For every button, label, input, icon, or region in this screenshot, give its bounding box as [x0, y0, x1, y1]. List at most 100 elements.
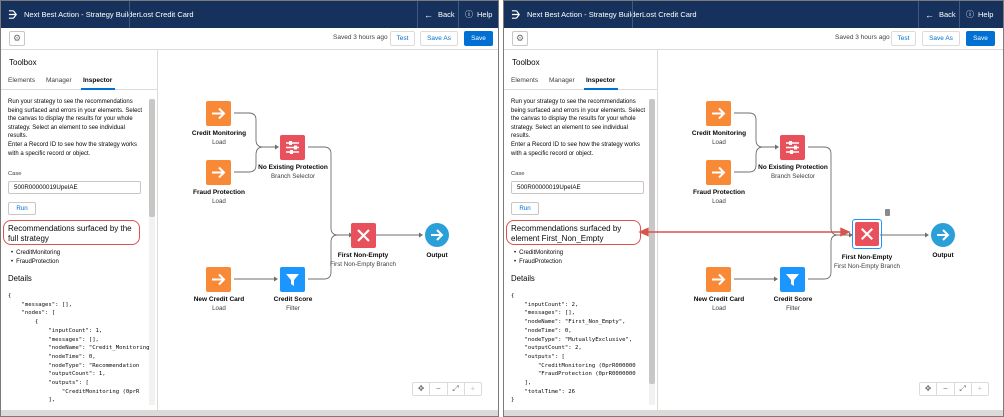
- horizontal-scrollbar[interactable]: [504, 410, 1003, 416]
- tab-elements[interactable]: Elements: [8, 77, 35, 84]
- case-input[interactable]: 500R00000019UpeIAE: [8, 181, 141, 194]
- first-non-empty-node-selected[interactable]: [852, 219, 882, 249]
- case-label: Case: [8, 171, 22, 177]
- credit-score-node[interactable]: [780, 267, 805, 292]
- help-button[interactable]: ⓘ Help: [966, 1, 993, 28]
- json-line: "inputCount": 1,: [8, 327, 103, 334]
- back-button[interactable]: ← Back: [424, 1, 455, 28]
- fit-icon[interactable]: ⤢: [448, 383, 465, 395]
- toolbox-scrollbar[interactable]: [149, 99, 155, 405]
- zoom-out-icon[interactable]: −: [430, 383, 448, 395]
- node-label: No Existing Protection: [258, 164, 328, 171]
- json-line: "nodeType": "Recommendation: [8, 362, 140, 369]
- recommendations-title: Recommendations surfaced by element Firs…: [511, 224, 622, 243]
- active-tab-indicator: [584, 88, 618, 90]
- delete-icon[interactable]: [885, 209, 890, 216]
- tab-inspector[interactable]: Inspector: [586, 77, 615, 84]
- new-credit-card-node[interactable]: [706, 267, 731, 292]
- strategy-canvas[interactable]: Credit Monitoring Load Fraud Protection …: [159, 50, 498, 416]
- tab-manager[interactable]: Manager: [549, 77, 575, 84]
- help-button[interactable]: ⓘ Help: [465, 1, 492, 28]
- zoom-in-icon[interactable]: +: [972, 383, 988, 395]
- node-label: Output: [426, 252, 448, 259]
- node-type: Filter: [786, 305, 800, 312]
- list-item: FraudProtection: [11, 258, 60, 267]
- scrollbar-thumb[interactable]: [149, 99, 155, 217]
- help-icon: ⓘ: [966, 10, 974, 19]
- details-title: Details: [511, 274, 535, 283]
- new-credit-card-node[interactable]: [206, 267, 231, 292]
- pan-icon[interactable]: ✥: [413, 383, 431, 395]
- json-line: ],: [8, 397, 56, 404]
- node-type: First Non-Empty Branch: [329, 261, 397, 268]
- fraud-protection-node[interactable]: [706, 160, 731, 185]
- node-label: Credit Monitoring: [191, 130, 247, 137]
- toolbox-scrollbar[interactable]: [649, 99, 655, 405]
- pan-icon[interactable]: ✥: [920, 383, 938, 395]
- credit-score-node[interactable]: [280, 267, 305, 292]
- credit-monitoring-node[interactable]: [706, 101, 731, 126]
- app-title-text: Next Best Action - Strategy Builder: [24, 10, 140, 19]
- inspector-instructions: Run your strategy to see the recommendat…: [8, 98, 144, 158]
- settings-button[interactable]: ⚙: [9, 31, 25, 46]
- app-header: Next Best Action - Strategy Builder Lost…: [1, 1, 498, 28]
- no-existing-protection-node[interactable]: [780, 135, 805, 160]
- first-non-empty-node[interactable]: [854, 221, 879, 246]
- json-line: "inputCount": 2,: [511, 301, 579, 308]
- header-divider: [959, 1, 960, 28]
- zoom-controls: ✥ − ⤢ +: [919, 382, 989, 396]
- toolbox-panel: Toolbox Elements Manager Inspector Run y…: [504, 50, 658, 416]
- list-item: CreditMonitoring: [11, 249, 60, 258]
- fit-icon[interactable]: ⤢: [955, 383, 972, 395]
- save-as-button[interactable]: Save As: [922, 31, 960, 46]
- zoom-in-icon[interactable]: +: [465, 383, 481, 395]
- settings-button[interactable]: ⚙: [512, 31, 528, 46]
- tab-elements[interactable]: Elements: [511, 77, 538, 84]
- app-title: Next Best Action - Strategy Builder: [1, 1, 139, 28]
- node-label: Credit Monitoring: [691, 130, 747, 137]
- node-label: Fraud Protection: [192, 189, 245, 196]
- inspector-intro-record: Enter a Record ID to see how the strateg…: [511, 141, 641, 157]
- strategy-canvas[interactable]: Credit Monitoring Load Fraud Protection …: [659, 50, 1003, 416]
- output-node[interactable]: [425, 223, 449, 247]
- inspector-intro: Run your strategy to see the recommendat…: [8, 99, 143, 140]
- tab-manager[interactable]: Manager: [46, 77, 72, 84]
- save-as-button[interactable]: Save As: [420, 31, 458, 46]
- tab-inspector[interactable]: Inspector: [83, 77, 112, 84]
- run-button[interactable]: Run: [8, 202, 36, 215]
- toolbox-panel: Toolbox Elements Manager Inspector Run y…: [1, 50, 158, 416]
- app-header: Next Best Action - Strategy Builder Lost…: [504, 1, 1003, 28]
- json-line: "outputCount": 1,: [8, 371, 106, 378]
- node-type: Load: [212, 139, 226, 146]
- run-button[interactable]: Run: [511, 202, 539, 215]
- save-button[interactable]: Save: [966, 31, 995, 46]
- credit-monitoring-node[interactable]: [206, 101, 231, 126]
- case-input[interactable]: 500R00000019UpeIAE: [511, 181, 644, 194]
- horizontal-scrollbar[interactable]: [1, 410, 498, 416]
- strategy-builder-icon: [511, 10, 520, 19]
- zoom-out-icon[interactable]: −: [937, 383, 955, 395]
- back-arrow-icon: ←: [925, 9, 934, 20]
- scrollbar-thumb[interactable]: [649, 99, 655, 384]
- no-existing-protection-node[interactable]: [280, 135, 305, 160]
- fraud-protection-node[interactable]: [206, 160, 231, 185]
- arrow-right-icon: [212, 273, 226, 286]
- node-type: Load: [712, 139, 726, 146]
- first-non-empty-node[interactable]: [351, 223, 376, 248]
- strategy-tab-label: Lost Credit Card: [139, 10, 194, 19]
- node-type: First Non-Empty Branch: [833, 263, 901, 270]
- strategy-tab[interactable]: Lost Credit Card: [139, 1, 194, 28]
- strategy-tab-label: Lost Credit Card: [642, 10, 697, 19]
- details-title: Details: [8, 274, 32, 283]
- list-item: CreditMonitoring: [514, 249, 563, 258]
- help-icon: ⓘ: [465, 10, 473, 19]
- arrow-right-icon: [212, 166, 226, 179]
- strategy-tab[interactable]: Lost Credit Card: [642, 1, 697, 28]
- save-button[interactable]: Save: [464, 31, 493, 46]
- output-node[interactable]: [931, 223, 955, 247]
- back-button[interactable]: ← Back: [925, 1, 956, 28]
- test-button[interactable]: Test: [891, 31, 916, 46]
- back-label: Back: [939, 10, 956, 19]
- header-divider: [458, 1, 459, 28]
- test-button[interactable]: Test: [390, 31, 415, 46]
